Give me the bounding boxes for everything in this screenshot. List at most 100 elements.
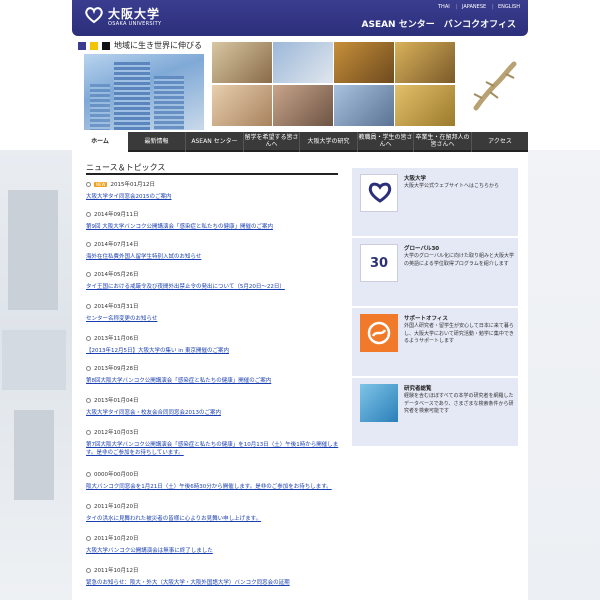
support-office-logo-icon: [360, 314, 398, 352]
campus-building-image: [84, 54, 204, 130]
list-item: 2014年05月26日 タイ王国における戒厳令及び夜間外出禁止令の発出について（…: [86, 270, 348, 292]
list-item: 2011年10月12日 緊急のお知らせ：阪大・外大（大阪大学・大阪外国語大学）バ…: [86, 566, 348, 588]
gecko-illustration-icon: [473, 61, 517, 111]
news-link[interactable]: 大阪大学タイ同窓会・校友会合同同窓会2013のご案内: [86, 410, 348, 418]
lang-separator: |: [492, 4, 494, 10]
nav-home[interactable]: ホーム: [72, 132, 128, 152]
bullet-icon: [86, 471, 91, 477]
news-link[interactable]: 大阪大学タイ同窓会2015のご案内: [86, 194, 348, 202]
new-badge: NEW: [94, 181, 108, 187]
nav-access[interactable]: アクセス: [472, 132, 528, 152]
news-date: 2014年07月14日: [94, 242, 139, 248]
logo-text-en: OSAKA UNIVERSITY: [108, 21, 162, 27]
sidebar-text: 経験を含むほぼすべての本学の研究者を網羅したデータベースであり、さまざまな検索条…: [404, 393, 514, 414]
logo-text-ja[interactable]: 大阪大学: [108, 5, 160, 22]
background-building-left: [0, 150, 72, 600]
news-link[interactable]: 大阪大学バンコク公開講演会は無事に終了しました: [86, 548, 348, 556]
nav-study-abroad[interactable]: 留学を希望する皆さんへ: [244, 132, 300, 152]
osaka-university-logo-icon[interactable]: [84, 6, 104, 24]
news-date: 2012年10月03日: [94, 430, 139, 436]
nav-research[interactable]: 大阪大学の研究: [300, 132, 358, 152]
bullet-icon: [86, 503, 91, 509]
news-heading: ニュース＆トピックス: [86, 163, 166, 172]
nav-latest-news[interactable]: 最新情報: [128, 132, 186, 152]
lang-separator: |: [456, 4, 458, 10]
hero-banner: 地域に生き世界に伸びる: [72, 36, 528, 132]
photo-tile: [334, 85, 394, 126]
news-date: 2014年05月26日: [94, 272, 139, 278]
list-item: 2013年01月04日 大阪大学タイ同窓会・校友会合同同窓会2013のご案内: [86, 396, 348, 418]
news-link[interactable]: 【2013年12月5日】大阪大学の集い in 東京開催のご案内: [86, 348, 348, 356]
sidebar-banner-global30[interactable]: 30 グローバル30 大学のグローバル化に向けた取り組みと大阪大学の英語による学…: [352, 238, 518, 306]
list-item: 2011年10月20日 タイの洪水に見舞われた被災者の皆様に心よりお見舞い申し上…: [86, 502, 348, 524]
researcher-photo-icon: [360, 384, 398, 422]
photo-tile: [212, 42, 272, 83]
news-link[interactable]: 緊急のお知らせ：阪大・外大（大阪大学・大阪外国語大学）バンコク同窓会の延期: [86, 580, 348, 588]
lang-link-english[interactable]: ENGLISH: [498, 4, 520, 10]
bullet-icon: [86, 271, 91, 277]
list-item: 2011年10月20日 大阪大学バンコク公開講演会は無事に終了しました: [86, 534, 348, 556]
sidebar-title: サポートオフィス: [404, 316, 448, 322]
list-item: NEW 2015年01月12日 大阪大学タイ同窓会2015のご案内: [86, 180, 348, 202]
bullet-icon: [86, 181, 91, 187]
bullet-icon: [86, 429, 91, 435]
bullet-icon: [86, 535, 91, 541]
office-title: ASEAN センター バンコクオフィス: [361, 20, 517, 30]
news-date: 2015年01月12日: [110, 182, 155, 188]
site-header: 大阪大学 OSAKA UNIVERSITY THAI | JAPANESE | …: [72, 0, 528, 36]
news-heading-rule: [86, 173, 338, 175]
news-link[interactable]: 海外在住私費外国人留学生特別入試のお知らせ: [86, 254, 348, 262]
sidebar-text: 大阪大学公式ウェブサイトへはこちらから: [404, 183, 500, 189]
list-item: 2013年09月28日 第8回大阪大学バンコク公開講演会「感染症と私たちの健康」…: [86, 364, 348, 386]
sidebar-banner-researcher-directory[interactable]: 研究者総覧 経験を含むほぼすべての本学の研究者を網羅したデータベースであり、さま…: [352, 378, 518, 446]
news-date: 0000年00月00日: [94, 472, 139, 478]
news-link[interactable]: タイ王国における戒厳令及び夜間外出禁止令の発出について（5月20日～22日）: [86, 284, 348, 292]
lang-link-thai[interactable]: THAI: [438, 4, 450, 10]
nav-staff-students[interactable]: 教職員・学生の皆さんへ: [358, 132, 414, 152]
lang-link-japanese[interactable]: JAPANESE: [462, 4, 486, 10]
list-item: 2012年10月03日 第7回大阪大学バンコク公開講演会「感染症と私たちの健康」…: [86, 428, 348, 458]
sidebar-banner-support-office[interactable]: サポートオフィス 外国人研究者・留学生が安心して日本に来て暮らし、大阪大学におい…: [352, 308, 518, 376]
news-link[interactable]: 阪大バンコク同窓会を1月21日（土）午後6時30分から開催します。是非のご参加を…: [86, 484, 348, 492]
news-date: 2013年11月06日: [94, 336, 139, 342]
news-date: 2014年03月31日: [94, 304, 139, 310]
bullet-icon: [86, 303, 91, 309]
photo-collage: [212, 42, 456, 126]
global30-logo-icon: 30: [360, 244, 398, 282]
main-nav: ホーム 最新情報 ASEAN センター 留学を希望する皆さんへ 大阪大学の研究 …: [72, 132, 528, 152]
list-item: 0000年00月00日 阪大バンコク同窓会を1月21日（土）午後6時30分から開…: [86, 470, 348, 492]
bullet-icon: [86, 365, 91, 371]
news-link[interactable]: 第8回大阪大学バンコク公開講演会「感染症と私たちの健康」開催のご案内: [86, 378, 348, 386]
sidebar-title: 研究者総覧: [404, 386, 432, 392]
osaka-university-logo-icon: [360, 174, 398, 212]
sidebar-text: 大学のグローバル化に向けた取り組みと大阪大学の英語による学位取得プログラムを紹介…: [404, 253, 514, 267]
news-link[interactable]: 第9回 大阪大学バンコク公開講演会「感染症と私たちの健康」開催のご案内: [86, 224, 348, 232]
nav-alumni[interactable]: 卒業生・在留邦人の皆さんへ: [414, 132, 472, 152]
slogan-square-navy: [78, 42, 86, 50]
news-date: 2014年09月11日: [94, 212, 139, 218]
background-right: [528, 150, 600, 600]
news-date: 2011年10月12日: [94, 568, 139, 574]
news-link[interactable]: タイの洪水に見舞われた被災者の皆様に心よりお見舞い申し上げます。: [86, 516, 348, 524]
news-date: 2013年01月04日: [94, 398, 139, 404]
news-date: 2011年10月20日: [94, 536, 139, 542]
slogan-text: 地域に生き世界に伸びる: [114, 41, 202, 50]
photo-tile: [334, 42, 394, 83]
news-link[interactable]: 第7回大阪大学バンコク公開講演会「感染症と私たちの健康」を10月13日（土）午後…: [86, 442, 348, 458]
photo-tile: [273, 42, 333, 83]
news-date: 2011年10月20日: [94, 504, 139, 510]
photo-tile: [395, 85, 455, 126]
sidebar-title: 大阪大学: [404, 176, 427, 182]
bullet-icon: [86, 241, 91, 247]
nav-asean-center[interactable]: ASEAN センター: [186, 132, 244, 152]
list-item: 2014年09月11日 第9回 大阪大学バンコク公開講演会「感染症と私たちの健康…: [86, 210, 348, 232]
sidebar-text: 外国人研究者・留学生が安心して日本に来て暮らし、大阪大学において研究活動・勉学に…: [404, 323, 514, 344]
slogan-square-black: [102, 42, 110, 50]
bullet-icon: [86, 211, 91, 217]
bullet-icon: [86, 567, 91, 573]
news-link[interactable]: センター名称変更のお知らせ: [86, 316, 348, 324]
sidebar-banner-osaka-university[interactable]: 大阪大学 大阪大学公式ウェブサイトへはこちらから: [352, 168, 518, 236]
bullet-icon: [86, 335, 91, 341]
photo-tile: [212, 85, 272, 126]
list-item: 2014年07月14日 海外在住私費外国人留学生特別入試のお知らせ: [86, 240, 348, 262]
